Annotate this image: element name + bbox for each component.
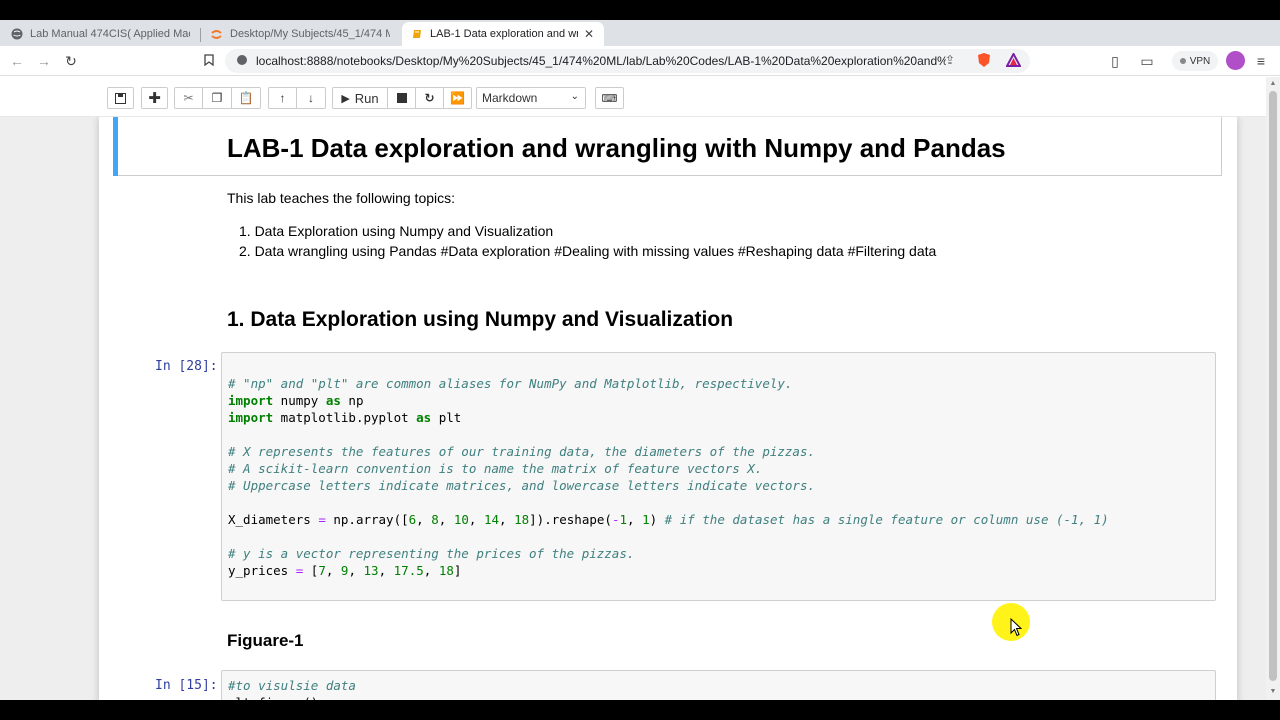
code-line: # y is a vector representing the prices … bbox=[228, 546, 635, 561]
run-label: Run bbox=[354, 90, 379, 106]
copy-cell-button[interactable]: ❐ bbox=[203, 87, 232, 109]
close-tab-icon[interactable]: ✕ bbox=[582, 27, 596, 41]
save-button[interactable] bbox=[107, 87, 134, 109]
move-down-button[interactable]: ↓ bbox=[297, 87, 326, 109]
avatar[interactable] bbox=[1226, 51, 1245, 70]
cell-prompt: In [28]: bbox=[155, 359, 218, 374]
figure-heading: Figuare-1 bbox=[227, 631, 304, 650]
site-info-icon[interactable] bbox=[237, 55, 247, 65]
code-line: #to visulsie data bbox=[228, 678, 356, 693]
page-scrollbar[interactable]: ▲ ▼ bbox=[1266, 77, 1280, 700]
code-line: import matplotlib.pyplot as plt bbox=[228, 410, 462, 425]
notebook-toolbar: ✚ ✂ ❐ 📋 ↑ ↓ ▶ Run ↻ ⏩ Markdown ⌄ ⌨ bbox=[0, 77, 1266, 117]
selected-cell-indicator bbox=[113, 117, 118, 176]
tab-lab1-notebook[interactable]: LAB-1 Data exploration and wrang ✕ bbox=[402, 22, 604, 46]
command-palette-button[interactable]: ⌨ bbox=[595, 87, 624, 109]
code-line: # X represents the features of our train… bbox=[228, 444, 815, 459]
section-heading: 1. Data Exploration using Numpy and Visu… bbox=[227, 308, 734, 331]
save-icon bbox=[115, 92, 126, 104]
list-item: 1. Data Exploration using Numpy and Visu… bbox=[239, 223, 554, 239]
arrow-down-icon: ↓ bbox=[308, 91, 314, 105]
letterbox-bottom bbox=[0, 700, 1280, 720]
bookmark-icon[interactable] bbox=[200, 52, 218, 70]
tab-label: Lab Manual 474CIS( Applied Machine bbox=[30, 28, 190, 40]
code-line: # Uppercase letters indicate matrices, a… bbox=[228, 478, 815, 493]
paste-cell-button[interactable]: 📋 bbox=[232, 87, 261, 109]
insert-cell-button[interactable]: ✚ bbox=[141, 87, 168, 109]
screen: Lab Manual 474CIS( Applied Machine Deskt… bbox=[0, 0, 1280, 720]
restart-run-all-button[interactable]: ⏩ bbox=[444, 87, 472, 109]
interrupt-button[interactable] bbox=[388, 87, 416, 109]
cell-type-select[interactable]: Markdown ⌄ bbox=[476, 87, 586, 109]
vpn-status-icon bbox=[1179, 58, 1186, 64]
jupyter-icon bbox=[210, 28, 223, 41]
brave-shield-icon[interactable] bbox=[977, 52, 991, 73]
code-line: X_diameters = np.array([6, 8, 10, 14, 18… bbox=[228, 512, 1109, 527]
share-icon[interactable]: ⇪ bbox=[945, 53, 955, 67]
tab-label: Desktop/My Subjects/45_1/474 ML/la bbox=[230, 28, 390, 40]
fast-forward-icon: ⏩ bbox=[450, 91, 465, 105]
reload-button[interactable]: ↻ bbox=[62, 52, 80, 70]
code-line: # "np" and "plt" are common aliases for … bbox=[228, 376, 793, 391]
url-text: localhost:8888/notebooks/Desktop/My%20Su… bbox=[256, 54, 946, 68]
code-line: y_prices = [7, 9, 13, 17.5, 18] bbox=[228, 563, 462, 578]
intro-text: This lab teaches the following topics: bbox=[227, 190, 456, 206]
scroll-up-icon[interactable]: ▲ bbox=[1269, 80, 1277, 88]
paste-icon: 📋 bbox=[238, 91, 254, 105]
tab-lab-manual[interactable]: Lab Manual 474CIS( Applied Machine bbox=[2, 22, 198, 46]
cell-type-value: Markdown bbox=[482, 91, 538, 105]
code-cell[interactable]: # "np" and "plt" are common aliases for … bbox=[221, 352, 1216, 601]
vpn-label: VPN bbox=[1189, 55, 1211, 67]
scroll-down-icon[interactable]: ▼ bbox=[1269, 688, 1277, 696]
chevron-down-icon: ⌄ bbox=[570, 91, 579, 102]
vpn-button[interactable]: VPN bbox=[1172, 51, 1218, 71]
brave-rewards-icon[interactable] bbox=[1005, 51, 1022, 72]
tab-separator bbox=[200, 28, 201, 42]
mouse-cursor-icon bbox=[1010, 618, 1022, 637]
back-button[interactable]: ← bbox=[8, 52, 26, 70]
keyboard-icon: ⌨ bbox=[601, 92, 618, 105]
scroll-thumb[interactable] bbox=[1269, 91, 1277, 681]
url-bar[interactable]: localhost:8888/notebooks/Desktop/My%20Su… bbox=[225, 49, 1030, 73]
tab-jupyter-tree[interactable]: Desktop/My Subjects/45_1/474 ML/la bbox=[202, 22, 398, 46]
run-button[interactable]: ▶ Run bbox=[332, 87, 388, 109]
cut-cell-button[interactable]: ✂ bbox=[174, 87, 203, 109]
plus-icon: ✚ bbox=[148, 90, 161, 107]
browser-address-bar: ← → ↻ localhost:8888/notebooks/Desktop/M… bbox=[0, 46, 1280, 76]
wallet-icon[interactable]: ▭ bbox=[1138, 52, 1156, 70]
restart-kernel-button[interactable]: ↻ bbox=[416, 87, 444, 109]
globe-icon bbox=[10, 28, 23, 41]
play-icon: ▶ bbox=[341, 92, 350, 105]
arrow-up-icon: ↑ bbox=[279, 91, 286, 105]
notebook-icon bbox=[410, 28, 423, 41]
browser-tab-strip: Lab Manual 474CIS( Applied Machine Deskt… bbox=[0, 20, 1280, 62]
stop-icon bbox=[396, 93, 407, 103]
restart-icon: ↻ bbox=[424, 91, 435, 105]
forward-button[interactable]: → bbox=[35, 52, 53, 70]
code-line: import numpy as np bbox=[228, 393, 364, 408]
topics-list: 1. Data Exploration using Numpy and Visu… bbox=[239, 223, 936, 263]
sidebar-toggle-icon[interactable]: ▯ bbox=[1106, 52, 1124, 70]
cell-prompt: In [15]: bbox=[155, 678, 218, 693]
copy-icon: ❐ bbox=[211, 91, 223, 105]
letterbox-top bbox=[0, 0, 1280, 20]
scissors-icon: ✂ bbox=[183, 91, 194, 105]
move-up-button[interactable]: ↑ bbox=[268, 87, 297, 109]
list-item: 2. Data wrangling using Pandas #Data exp… bbox=[239, 243, 937, 259]
tab-label: LAB-1 Data exploration and wrang bbox=[430, 28, 578, 40]
menu-icon[interactable]: ≡ bbox=[1252, 52, 1270, 70]
notebook-title: LAB-1 Data exploration and wrangling wit… bbox=[227, 133, 1006, 163]
code-line: # A scikit-learn convention is to name t… bbox=[228, 461, 763, 476]
